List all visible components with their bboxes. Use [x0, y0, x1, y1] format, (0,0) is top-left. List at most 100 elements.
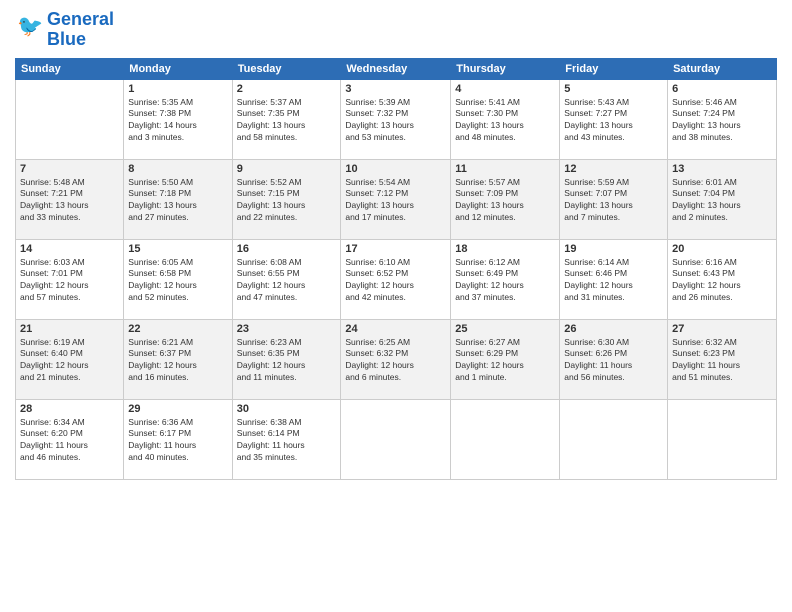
- day-info: Sunrise: 6:23 AM Sunset: 6:35 PM Dayligh…: [237, 337, 337, 385]
- day-number: 19: [564, 243, 663, 255]
- day-info: Sunrise: 6:25 AM Sunset: 6:32 PM Dayligh…: [345, 337, 446, 385]
- day-info: Sunrise: 6:14 AM Sunset: 6:46 PM Dayligh…: [564, 257, 663, 305]
- day-number: 22: [128, 323, 227, 335]
- day-number: 11: [455, 163, 555, 175]
- day-number: 27: [672, 323, 772, 335]
- calendar-cell: 15 Sunrise: 6:05 AM Sunset: 6:58 PM Dayli…: [124, 239, 232, 319]
- day-info: Sunrise: 5:39 AM Sunset: 7:32 PM Dayligh…: [345, 97, 446, 145]
- calendar-week-2: 7 Sunrise: 5:48 AM Sunset: 7:21 PM Daylig…: [16, 159, 777, 239]
- day-number: 18: [455, 243, 555, 255]
- day-info: Sunrise: 6:27 AM Sunset: 6:29 PM Dayligh…: [455, 337, 555, 385]
- day-info: Sunrise: 5:37 AM Sunset: 7:35 PM Dayligh…: [237, 97, 337, 145]
- calendar-cell: 5Sunrise: 5:43 AM Sunset: 7:27 PM Daylig…: [560, 79, 668, 159]
- calendar-header-row: SundayMondayTuesdayWednesdayThursdayFrid…: [16, 58, 777, 79]
- calendar-cell: 17 Sunrise: 6:10 AM Sunset: 6:52 PM Dayli…: [341, 239, 451, 319]
- calendar-week-1: 1 Sunrise: 5:35 AM Sunset: 7:38 PM Daylig…: [16, 79, 777, 159]
- calendar-cell: 26 Sunrise: 6:30 AM Sunset: 6:26 PM Dayli…: [560, 319, 668, 399]
- calendar-cell: 16Sunrise: 6:08 AM Sunset: 6:55 PM Dayli…: [232, 239, 341, 319]
- page: 🐦 GeneralBlue SundayMondayTuesdayWednesd…: [0, 0, 792, 612]
- day-number: 20: [672, 243, 772, 255]
- day-number: 13: [672, 163, 772, 175]
- day-info: Sunrise: 6:03 AM Sunset: 7:01 PM Dayligh…: [20, 257, 119, 305]
- day-number: 10: [345, 163, 446, 175]
- header: 🐦 GeneralBlue: [15, 10, 777, 50]
- day-info: Sunrise: 5:59 AM Sunset: 7:07 PM Dayligh…: [564, 177, 663, 225]
- day-info: Sunrise: 6:05 AM Sunset: 6:58 PM Dayligh…: [128, 257, 227, 305]
- logo-text: GeneralBlue: [47, 10, 114, 50]
- day-info: Sunrise: 6:38 AM Sunset: 6:14 PM Dayligh…: [237, 417, 337, 465]
- col-header-wednesday: Wednesday: [341, 58, 451, 79]
- calendar-cell: 14 Sunrise: 6:03 AM Sunset: 7:01 PM Dayli…: [16, 239, 124, 319]
- col-header-friday: Friday: [560, 58, 668, 79]
- day-info: Sunrise: 6:36 AM Sunset: 6:17 PM Dayligh…: [128, 417, 227, 465]
- calendar-cell: 25 Sunrise: 6:27 AM Sunset: 6:29 PM Dayli…: [451, 319, 560, 399]
- day-number: 26: [564, 323, 663, 335]
- calendar-cell: 4 Sunrise: 5:41 AM Sunset: 7:30 PM Daylig…: [451, 79, 560, 159]
- day-info: Sunrise: 5:46 AM Sunset: 7:24 PM Dayligh…: [672, 97, 772, 145]
- calendar-cell: 18 Sunrise: 6:12 AM Sunset: 6:49 PM Dayli…: [451, 239, 560, 319]
- calendar-cell: 28 Sunrise: 6:34 AM Sunset: 6:20 PM Dayli…: [16, 399, 124, 479]
- calendar-cell: 29 Sunrise: 6:36 AM Sunset: 6:17 PM Dayli…: [124, 399, 232, 479]
- day-number: 8: [128, 163, 227, 175]
- logo-icon: 🐦: [17, 12, 47, 42]
- day-number: 7: [20, 163, 119, 175]
- calendar-week-4: 21Sunrise: 6:19 AM Sunset: 6:40 PM Dayli…: [16, 319, 777, 399]
- calendar-cell: 7 Sunrise: 5:48 AM Sunset: 7:21 PM Daylig…: [16, 159, 124, 239]
- col-header-saturday: Saturday: [668, 58, 777, 79]
- day-info: Sunrise: 6:10 AM Sunset: 6:52 PM Dayligh…: [345, 257, 446, 305]
- day-info: Sunrise: 6:16 AM Sunset: 6:43 PM Dayligh…: [672, 257, 772, 305]
- day-number: 1: [128, 83, 227, 95]
- day-info: Sunrise: 5:57 AM Sunset: 7:09 PM Dayligh…: [455, 177, 555, 225]
- day-info: Sunrise: 5:48 AM Sunset: 7:21 PM Dayligh…: [20, 177, 119, 225]
- col-header-sunday: Sunday: [16, 58, 124, 79]
- day-number: 28: [20, 403, 119, 415]
- day-number: 6: [672, 83, 772, 95]
- day-info: Sunrise: 5:50 AM Sunset: 7:18 PM Dayligh…: [128, 177, 227, 225]
- day-number: 25: [455, 323, 555, 335]
- calendar-cell: 2 Sunrise: 5:37 AM Sunset: 7:35 PM Daylig…: [232, 79, 341, 159]
- day-number: 4: [455, 83, 555, 95]
- svg-text:🐦: 🐦: [17, 15, 43, 38]
- calendar-cell: [668, 399, 777, 479]
- day-info: Sunrise: 5:41 AM Sunset: 7:30 PM Dayligh…: [455, 97, 555, 145]
- day-number: 16: [237, 243, 337, 255]
- day-number: 24: [345, 323, 446, 335]
- col-header-tuesday: Tuesday: [232, 58, 341, 79]
- day-info: Sunrise: 6:34 AM Sunset: 6:20 PM Dayligh…: [20, 417, 119, 465]
- logo: 🐦 GeneralBlue: [15, 10, 114, 50]
- calendar-cell: 9Sunrise: 5:52 AM Sunset: 7:15 PM Daylig…: [232, 159, 341, 239]
- day-info: Sunrise: 5:43 AM Sunset: 7:27 PM Dayligh…: [564, 97, 663, 145]
- day-number: 15: [128, 243, 227, 255]
- calendar-cell: 19 Sunrise: 6:14 AM Sunset: 6:46 PM Dayli…: [560, 239, 668, 319]
- calendar-cell: 23 Sunrise: 6:23 AM Sunset: 6:35 PM Dayli…: [232, 319, 341, 399]
- calendar-cell: 13Sunrise: 6:01 AM Sunset: 7:04 PM Dayli…: [668, 159, 777, 239]
- calendar-cell: 10 Sunrise: 5:54 AM Sunset: 7:12 PM Dayli…: [341, 159, 451, 239]
- calendar-cell: 27 Sunrise: 6:32 AM Sunset: 6:23 PM Dayli…: [668, 319, 777, 399]
- day-number: 17: [345, 243, 446, 255]
- calendar-cell: [451, 399, 560, 479]
- calendar-cell: 3Sunrise: 5:39 AM Sunset: 7:32 PM Daylig…: [341, 79, 451, 159]
- day-info: Sunrise: 5:52 AM Sunset: 7:15 PM Dayligh…: [237, 177, 337, 225]
- calendar-cell: 30Sunrise: 6:38 AM Sunset: 6:14 PM Dayli…: [232, 399, 341, 479]
- calendar-cell: 22 Sunrise: 6:21 AM Sunset: 6:37 PM Dayli…: [124, 319, 232, 399]
- calendar-cell: 12 Sunrise: 5:59 AM Sunset: 7:07 PM Dayli…: [560, 159, 668, 239]
- day-info: Sunrise: 6:32 AM Sunset: 6:23 PM Dayligh…: [672, 337, 772, 385]
- day-number: 12: [564, 163, 663, 175]
- calendar-cell: 8 Sunrise: 5:50 AM Sunset: 7:18 PM Daylig…: [124, 159, 232, 239]
- calendar-cell: 11 Sunrise: 5:57 AM Sunset: 7:09 PM Dayli…: [451, 159, 560, 239]
- calendar-cell: [16, 79, 124, 159]
- calendar-cell: 1 Sunrise: 5:35 AM Sunset: 7:38 PM Daylig…: [124, 79, 232, 159]
- day-info: Sunrise: 6:12 AM Sunset: 6:49 PM Dayligh…: [455, 257, 555, 305]
- calendar-cell: [341, 399, 451, 479]
- day-number: 29: [128, 403, 227, 415]
- day-info: Sunrise: 6:30 AM Sunset: 6:26 PM Dayligh…: [564, 337, 663, 385]
- day-info: Sunrise: 6:19 AM Sunset: 6:40 PM Dayligh…: [20, 337, 119, 385]
- calendar: SundayMondayTuesdayWednesdayThursdayFrid…: [15, 58, 777, 480]
- calendar-cell: [560, 399, 668, 479]
- day-number: 2: [237, 83, 337, 95]
- day-number: 23: [237, 323, 337, 335]
- day-info: Sunrise: 5:54 AM Sunset: 7:12 PM Dayligh…: [345, 177, 446, 225]
- day-info: Sunrise: 5:35 AM Sunset: 7:38 PM Dayligh…: [128, 97, 227, 145]
- day-number: 14: [20, 243, 119, 255]
- day-info: Sunrise: 6:21 AM Sunset: 6:37 PM Dayligh…: [128, 337, 227, 385]
